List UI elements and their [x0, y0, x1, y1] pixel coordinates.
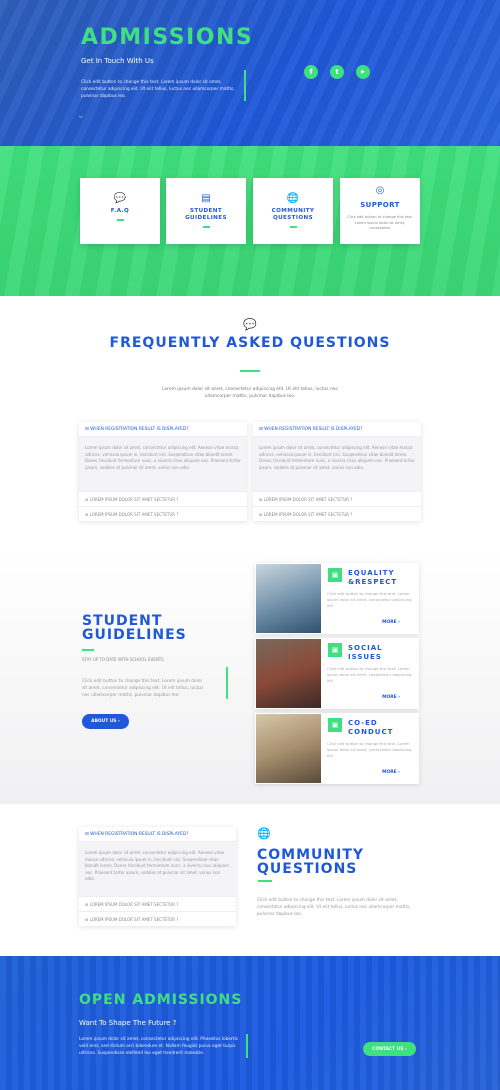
- community-description: Click edit button to change this text. L…: [257, 898, 411, 917]
- community-title: COMMUNITY QUESTIONS: [257, 847, 365, 877]
- student-guidelines-section: STUDENT GUIDELINES STAY UP TO DATE WITH …: [0, 546, 500, 804]
- divider-line: [226, 667, 228, 699]
- guidelines-title: STUDENT GUIDELINES: [82, 613, 187, 643]
- guideline-card-coed: ▣ CO-ED CONDUCT Click edit button to cha…: [255, 713, 419, 784]
- hero-subtitle: Get In Touch With Us: [81, 57, 154, 65]
- chevron-down-icon[interactable]: ⌄: [77, 111, 85, 121]
- guideline-title: SOCIAL ISSUES: [348, 644, 383, 661]
- card-title: F.A.Q: [110, 208, 130, 214]
- calendar-icon: ▣: [328, 568, 342, 582]
- calendar-icon: ▣: [328, 718, 342, 732]
- accordion-item[interactable]: ⊞ LOREM IPSUM DOLOR SIT AMET SECTETUR ?: [79, 911, 236, 926]
- faq-title: FREQUENTLY ASKED QUESTIONS: [109, 335, 391, 351]
- card-description: Click edit button to change this text. L…: [347, 215, 413, 230]
- guidelines-subtitle: STAY UP TO DATE WITH SCHOOL EVENTS: [82, 657, 164, 662]
- quick-links-section: 💬 F.A.Q ▤ STUDENT GUIDELINES 🌐 COMMUNITY…: [0, 146, 500, 296]
- cards-background: [0, 146, 500, 296]
- guideline-description: Click edit button to change this text. L…: [327, 741, 412, 758]
- accordion-item[interactable]: ⊞ LOREM IPSUM DOLOR SIT AMET SECTETUR ?: [79, 491, 247, 506]
- contact-us-button[interactable]: CONTACT US ›: [363, 1042, 416, 1056]
- open-description: Lorem ipsum dolor sit amet, consectetur …: [79, 1037, 238, 1056]
- students-photo: [256, 639, 321, 708]
- community-questions-section: ⊟ WHEN REGISTRATION RESULT IS DISPLAYED?…: [0, 804, 500, 956]
- card-community-questions[interactable]: 🌐 COMMUNITY QUESTIONS: [253, 178, 333, 244]
- card-title: SUPPORT: [360, 201, 400, 209]
- students-photo: [256, 714, 321, 783]
- accordion-item[interactable]: ⊞ LOREM IPSUM DOLOR SIT AMET SECTETUR ?: [253, 491, 421, 506]
- accordion-body: Lorem ipsum dolor sit amet, consectetur …: [253, 437, 421, 491]
- guideline-title: CO-ED CONDUCT: [348, 719, 394, 736]
- card-underline: [202, 226, 210, 228]
- accordion-item[interactable]: ⊞ LOREM IPSUM DOLOR SIT AMET SECTETUR ?: [79, 506, 247, 521]
- accordion-header[interactable]: ⊟ WHEN REGISTRATION RESULT IS DISPLAYED?: [253, 422, 421, 437]
- hero-title: ADMISSIONS: [81, 25, 254, 50]
- hero-description: Click edit button to change this text. L…: [81, 80, 235, 99]
- accordion-item[interactable]: ⊞ LOREM IPSUM DOLOR SIT AMET SECTETUR ?: [253, 506, 421, 521]
- guideline-title: EQUALITY &RESPECT: [348, 569, 398, 586]
- globe-icon: 🌐: [257, 827, 271, 840]
- facebook-icon[interactable]: f: [304, 65, 318, 79]
- chat-icon: 💬: [243, 318, 257, 331]
- more-link[interactable]: MORE ›: [382, 695, 400, 700]
- chat-icon: 💬: [113, 193, 127, 204]
- calendar-icon: ▣: [328, 643, 342, 657]
- twitter-icon[interactable]: t: [330, 65, 344, 79]
- accordion-body: Lorem ipsum dolor sit amet, consectetur …: [79, 437, 247, 491]
- open-subtitle: Want To Shape The Future ?: [79, 1019, 177, 1027]
- lifebuoy-icon: ◎: [375, 185, 385, 196]
- accordion-item[interactable]: ⊞ LOREM IPSUM DOLOR SIT AMET SECTETUR ?: [79, 896, 236, 911]
- more-link[interactable]: MORE ›: [382, 620, 400, 625]
- guidelines-description: Click edit button to change this text. L…: [82, 679, 204, 698]
- faq-accordion-left: ⊟ WHEN REGISTRATION RESULT IS DISPLAYED?…: [79, 422, 247, 521]
- faq-section: 💬 FREQUENTLY ASKED QUESTIONS Lorem ipsum…: [0, 296, 500, 546]
- card-title: COMMUNITY QUESTIONS: [271, 208, 315, 221]
- about-us-button[interactable]: ABOUT US ›: [82, 714, 129, 729]
- card-title: STUDENT GUIDELINES: [185, 208, 227, 221]
- guideline-card-equality: ▣ EQUALITY &RESPECT Click edit button to…: [255, 563, 419, 634]
- title-underline: [240, 370, 260, 372]
- card-student-guidelines[interactable]: ▤ STUDENT GUIDELINES: [166, 178, 246, 244]
- divider-line: [246, 1034, 248, 1058]
- more-link[interactable]: MORE ›: [382, 770, 400, 775]
- guideline-description: Click edit button to change this text. L…: [327, 666, 412, 683]
- card-faq[interactable]: 💬 F.A.Q: [80, 178, 160, 244]
- title-underline: [258, 880, 272, 882]
- open-admissions-section: OPEN ADMISSIONS Want To Shape The Future…: [0, 956, 500, 1090]
- student-photo: [256, 564, 321, 633]
- globe-icon: 🌐: [286, 193, 300, 204]
- hero-background: [0, 0, 500, 146]
- card-underline: [116, 219, 124, 221]
- card-underline: [289, 226, 297, 228]
- signpost-icon: ▤: [201, 193, 211, 204]
- community-accordion: ⊟ WHEN REGISTRATION RESULT IS DISPLAYED?…: [79, 827, 236, 926]
- faq-accordion-right: ⊟ WHEN REGISTRATION RESULT IS DISPLAYED?…: [253, 422, 421, 521]
- open-background: [0, 956, 500, 1090]
- guideline-card-social: ▣ SOCIAL ISSUES Click edit button to cha…: [255, 638, 419, 709]
- faq-description: Lorem ipsum dolor sit amet, consectetur …: [162, 387, 338, 399]
- accordion-header[interactable]: ⊟ WHEN REGISTRATION RESULT IS DISPLAYED?: [79, 422, 247, 437]
- divider-line: [244, 70, 246, 101]
- title-underline: [82, 649, 94, 651]
- accordion-body: Lorem ipsum dolor sit amet, consectetur …: [79, 842, 236, 896]
- hero-section: ADMISSIONS Get In Touch With Us Click ed…: [0, 0, 500, 146]
- youtube-icon[interactable]: ▶: [356, 65, 370, 79]
- card-support[interactable]: ◎ SUPPORT Click edit button to change th…: [340, 178, 420, 244]
- accordion-header[interactable]: ⊟ WHEN REGISTRATION RESULT IS DISPLAYED?: [79, 827, 236, 842]
- guideline-description: Click edit button to change this text. L…: [327, 591, 412, 608]
- open-title: OPEN ADMISSIONS: [79, 992, 243, 1008]
